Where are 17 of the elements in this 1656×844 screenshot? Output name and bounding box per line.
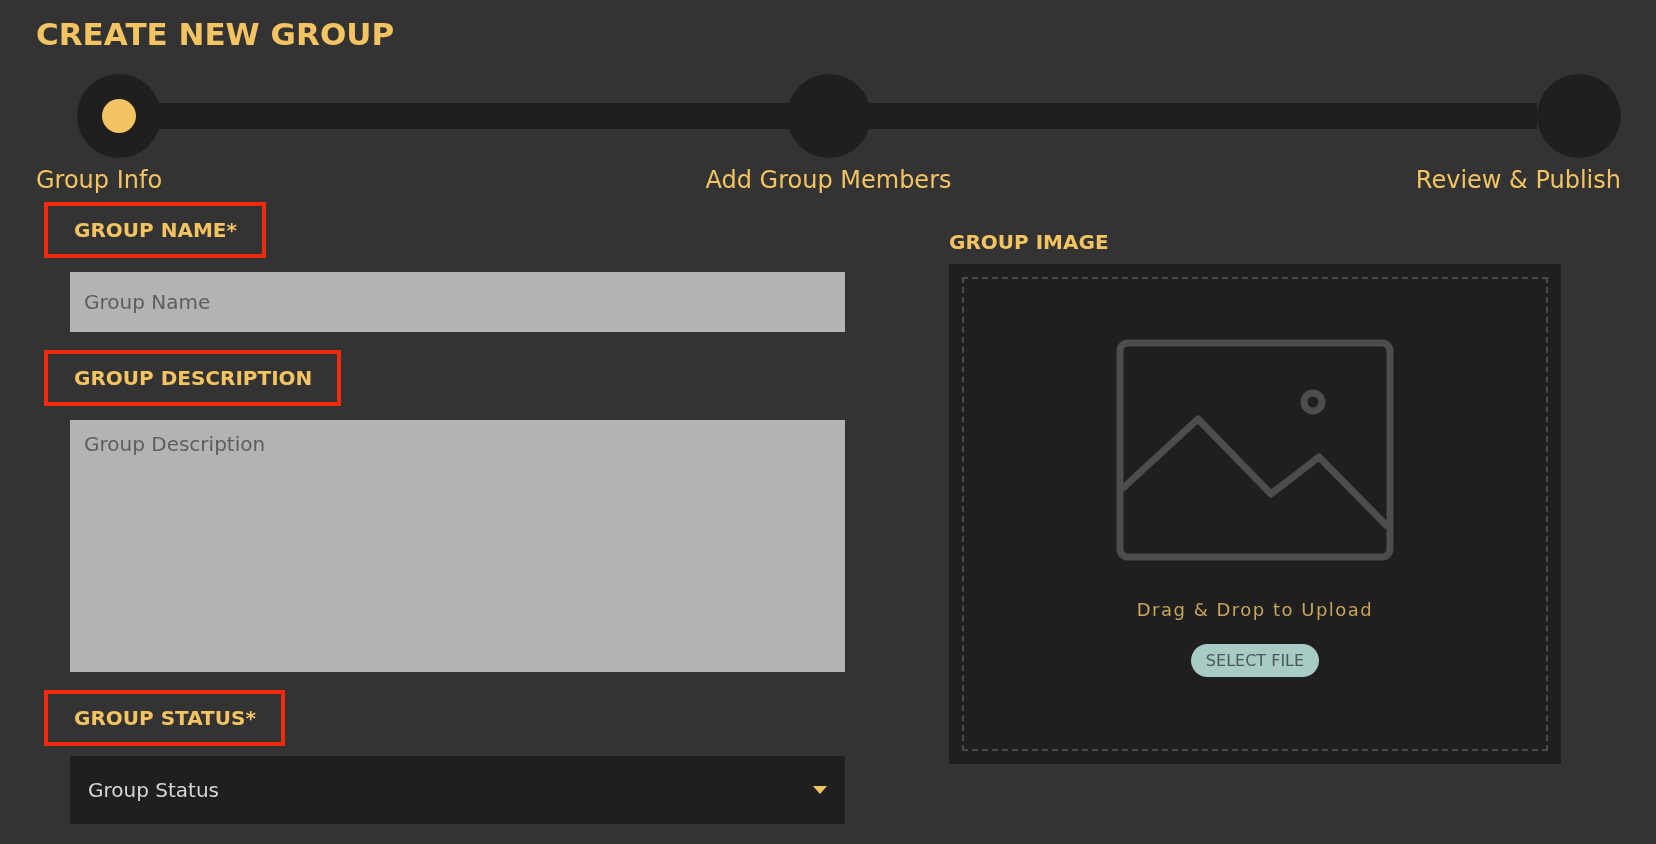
step-label: Group Info xyxy=(36,166,163,194)
dropdown-value: Group Status xyxy=(88,778,219,802)
image-drop-zone[interactable]: Drag & Drop to Upload SELECT FILE xyxy=(949,264,1561,764)
group-status-dropdown[interactable]: Group Status xyxy=(70,756,845,824)
field-label: GROUP DESCRIPTION xyxy=(44,350,342,406)
field-label: GROUP NAME* xyxy=(44,202,266,258)
upload-hint: Drag & Drop to Upload xyxy=(1136,599,1374,620)
caret-icon xyxy=(813,786,827,794)
step-label: Add Group Members xyxy=(705,166,952,194)
field-label: GROUP STATUS* xyxy=(44,690,285,746)
step-label: Review & Publish xyxy=(1415,166,1621,194)
image-placeholder-icon xyxy=(1116,339,1394,561)
group-name-input[interactable]: Group Name xyxy=(70,272,845,332)
page-title: CREATE NEW GROUP xyxy=(36,15,396,54)
field-label: GROUP IMAGE xyxy=(949,230,1110,254)
select-file-button[interactable]: SELECT FILE xyxy=(1190,644,1320,677)
group-description-input[interactable]: Group Description xyxy=(70,420,845,672)
